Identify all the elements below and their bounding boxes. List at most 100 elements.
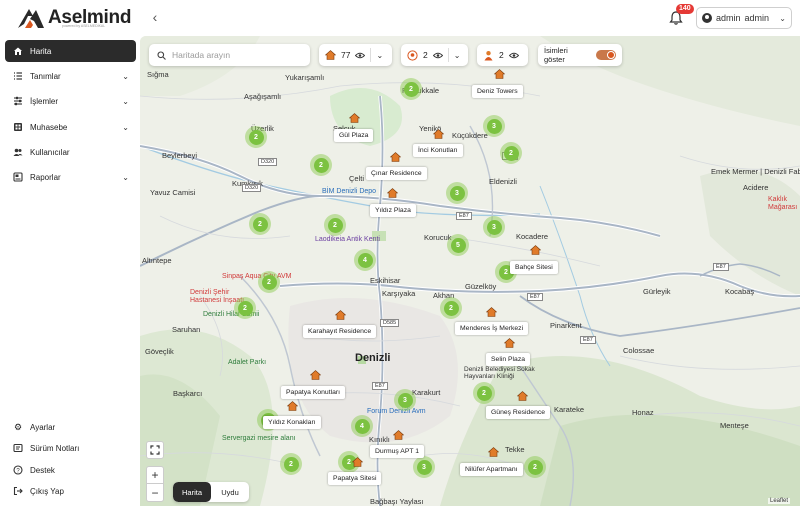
house-marker-icon[interactable] [488, 447, 499, 457]
marker-cluster[interactable]: 3 [413, 456, 435, 478]
zoom-out-button[interactable]: − [147, 484, 163, 501]
badge-filter[interactable]: 2 ⌄ [401, 44, 468, 66]
eye-icon[interactable] [355, 52, 366, 59]
property-label[interactable]: Yıldız Konakları [263, 416, 321, 429]
house-marker-icon[interactable] [287, 401, 298, 411]
sidebar-item-ayarlar[interactable]: ⚙ Ayarlar [5, 416, 136, 438]
cluster-count: 3 [486, 219, 502, 235]
marker-cluster[interactable]: 2 [500, 142, 522, 164]
top-bar: Aselmind powered by ASELMEDİKAL ‹ 140 ad… [0, 0, 800, 36]
property-label[interactable]: Papatya Konutları [281, 386, 346, 399]
house-marker-icon[interactable] [433, 129, 444, 139]
marker-cluster[interactable]: 2 [324, 214, 346, 236]
marker-cluster[interactable]: 3 [394, 389, 416, 411]
sidebar-item-label: Raporlar [30, 172, 61, 182]
sidebar-item-tanimlar[interactable]: Tanımlar ⌄ [5, 65, 136, 87]
property-label[interactable]: Karahayıt Residence [303, 325, 377, 338]
person-filter[interactable]: 2 [477, 44, 528, 66]
property-label[interactable]: Güneş Residence [486, 406, 551, 419]
property-label[interactable]: Menderes İş Merkezi [455, 322, 529, 335]
pin-badge-icon [407, 49, 418, 61]
map-search-box[interactable] [149, 44, 310, 66]
cluster-count: 2 [283, 456, 299, 472]
house-marker-icon[interactable] [390, 152, 401, 162]
house-marker-icon[interactable] [387, 188, 398, 198]
marker-cluster[interactable]: 2 [310, 154, 332, 176]
marker-cluster[interactable]: 2 [524, 456, 546, 478]
sidebar-item-label: Harita [30, 46, 52, 56]
marker-cluster[interactable]: 5 [447, 234, 469, 256]
collapse-sidebar-button[interactable]: ‹ [148, 10, 162, 24]
property-label[interactable]: Deniz Towers [472, 85, 523, 98]
property-label[interactable]: Selin Plaza [486, 353, 531, 366]
property-label[interactable]: Gül Plaza [334, 129, 374, 142]
map-view[interactable]: Sığma Yukarışamlı Aşağışamlı Pamukkale Ü… [140, 36, 800, 506]
marker-cluster[interactable]: 3 [483, 216, 505, 238]
layer-uydu-button[interactable]: Uydu [211, 482, 249, 502]
eye-icon[interactable] [508, 52, 519, 59]
road-shield: E87 [580, 336, 596, 344]
sidebar-item-kullanicilar[interactable]: Kullanıcılar [5, 141, 136, 163]
house-marker-icon[interactable] [393, 430, 404, 440]
zoom-control: + − [146, 466, 164, 502]
marker-cluster[interactable]: 4 [351, 415, 373, 437]
fullscreen-button[interactable] [146, 441, 164, 459]
notes-icon [13, 443, 23, 453]
house-marker-icon[interactable] [517, 391, 528, 401]
sidebar-item-label: Sürüm Notları [30, 443, 80, 453]
place-label: Karakurt [412, 388, 441, 397]
property-label[interactable]: Yıldız Plaza [370, 204, 416, 217]
house-marker-icon[interactable] [352, 457, 363, 467]
house-marker-icon[interactable] [530, 245, 541, 255]
sidebar-item-raporlar[interactable]: Raporlar ⌄ [5, 166, 136, 188]
marker-cluster[interactable]: 2 [258, 271, 280, 293]
property-label[interactable]: Çınar Residence [366, 167, 427, 180]
marker-cluster[interactable]: 4 [354, 249, 376, 271]
sidebar-item-surum-notlari[interactable]: Sürüm Notları [5, 437, 136, 459]
marker-cluster[interactable]: 3 [483, 115, 505, 137]
property-label[interactable]: Nilüfer Apartmanı [460, 463, 523, 476]
property-label[interactable]: İnci Konutları [413, 144, 463, 157]
sidebar-item-muhasebe[interactable]: Muhasebe ⌄ [5, 116, 136, 138]
map-search-input[interactable] [172, 50, 297, 60]
house-marker-icon[interactable] [486, 307, 497, 317]
marker-cluster[interactable]: 3 [446, 182, 468, 204]
sidebar-item-destek[interactable]: ? Destek [5, 459, 136, 481]
road-shield: D320 [258, 158, 278, 166]
property-label[interactable]: Durmuş APT 1 [370, 445, 425, 458]
marker-cluster[interactable]: 2 [234, 297, 256, 319]
property-label[interactable]: Bahçe Sitesi [510, 261, 558, 274]
marker-cluster[interactable]: 2 [249, 213, 271, 235]
house-marker-icon[interactable] [494, 69, 505, 79]
place-label: Sığma [147, 70, 169, 79]
marker-cluster[interactable]: 2 [280, 453, 302, 475]
marker-cluster[interactable]: 2 [473, 382, 495, 404]
map-attribution[interactable]: Leaflet [767, 498, 790, 504]
house-marker-icon[interactable] [504, 338, 515, 348]
marker-cluster[interactable]: 2 [440, 297, 462, 319]
sidebar-item-cikis[interactable]: Çıkış Yap [5, 480, 136, 502]
cluster-count: 3 [449, 185, 465, 201]
show-names-toggle[interactable] [596, 50, 616, 60]
cluster-count: 2 [403, 81, 419, 97]
chevron-down-icon[interactable]: ⌄ [454, 51, 461, 60]
show-names-control: İsimleri göster [538, 44, 622, 66]
sidebar-item-islemler[interactable]: İşlemler ⌄ [5, 90, 136, 112]
sidebar-item-harita[interactable]: Harita [5, 40, 136, 62]
layer-harita-button[interactable]: Harita [173, 482, 211, 502]
house-marker-icon[interactable] [349, 113, 360, 123]
user-menu-button[interactable]: admin admin ⌄ [696, 7, 792, 29]
marker-cluster[interactable]: 2 [400, 78, 422, 100]
property-label[interactable]: Papatya Sitesi [328, 472, 382, 485]
property-filter[interactable]: 77 ⌄ [319, 44, 392, 66]
layer-switch: Harita Uydu [173, 482, 249, 502]
marker-cluster[interactable]: 2 [245, 126, 267, 148]
zoom-in-button[interactable]: + [147, 467, 163, 484]
eye-icon[interactable] [432, 52, 443, 59]
place-label: Bağbaşı Yaylası [370, 497, 424, 506]
house-marker-icon[interactable] [335, 310, 346, 320]
house-marker-icon[interactable] [310, 370, 321, 380]
user-last-name: admin [744, 13, 770, 23]
sidebar-item-label: İşlemler [30, 96, 59, 106]
chevron-down-icon[interactable]: ⌄ [376, 51, 383, 60]
